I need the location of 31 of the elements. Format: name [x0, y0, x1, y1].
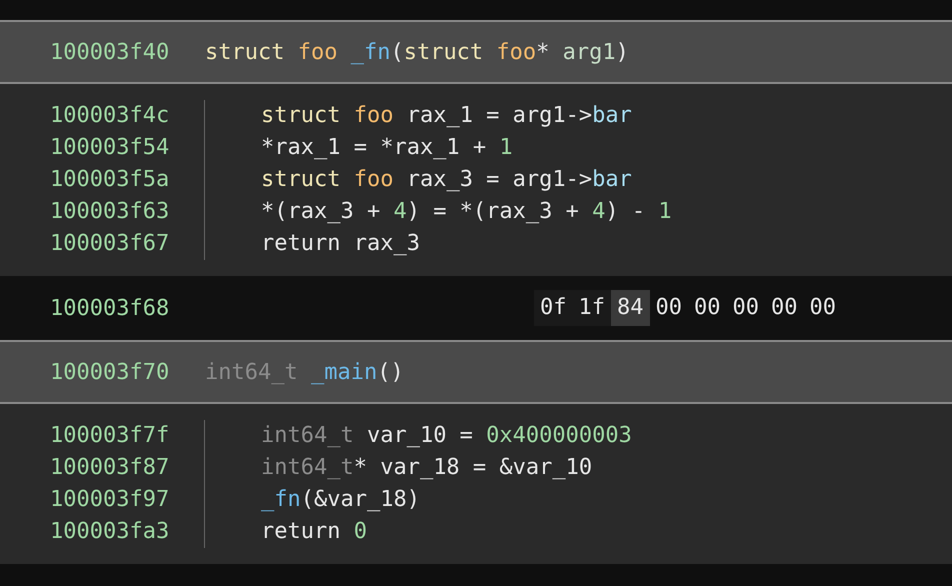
hex-byte[interactable]: 00 [688, 290, 726, 326]
code-line: return rax_3 [261, 230, 420, 258]
code-line: int64_t* var_18 = &var_10 [261, 454, 592, 482]
address-label: 100003f5a [50, 166, 170, 194]
code-line: *rax_1 = *rax_1 + 1 [261, 134, 513, 162]
address-label: 100003f54 [50, 134, 170, 162]
hex-byte[interactable]: 00 [765, 290, 804, 326]
address-label: 100003f68 [50, 294, 170, 322]
function-signature: struct foo _fn(struct foo* arg1) [205, 38, 629, 66]
code-line: struct foo rax_3 = arg1->bar [261, 166, 632, 194]
code-line: struct foo rax_1 = arg1->bar [261, 102, 632, 130]
hex-byte[interactable]: 00 [650, 290, 688, 326]
address-label: 100003f4c [50, 102, 170, 130]
address-label: 100003f70 [50, 358, 170, 386]
address-label: 100003f7f [50, 422, 170, 450]
code-line: _fn(&var_18) [261, 486, 420, 514]
function-signature: int64_t _main() [205, 358, 404, 386]
address-label: 100003f97 [50, 486, 170, 514]
hex-byte[interactable]: 00 [804, 290, 842, 326]
address-label: 100003f40 [50, 38, 170, 66]
hex-byte[interactable]: 00 [726, 290, 765, 326]
hex-byte[interactable]: 0f [534, 290, 572, 326]
code-line: return 0 [261, 518, 367, 546]
address-label: 100003f63 [50, 198, 170, 226]
address-label: 100003fa3 [50, 518, 170, 546]
hex-byte[interactable]: 1f [572, 290, 611, 326]
code-line: *(rax_3 + 4) = *(rax_3 + 4) - 1 [261, 198, 672, 226]
address-label: 100003f67 [50, 230, 170, 258]
address-label: 100003f87 [50, 454, 170, 482]
hex-byte[interactable]: 84 [611, 290, 650, 326]
code-line: int64_t var_10 = 0x400000003 [261, 422, 632, 450]
